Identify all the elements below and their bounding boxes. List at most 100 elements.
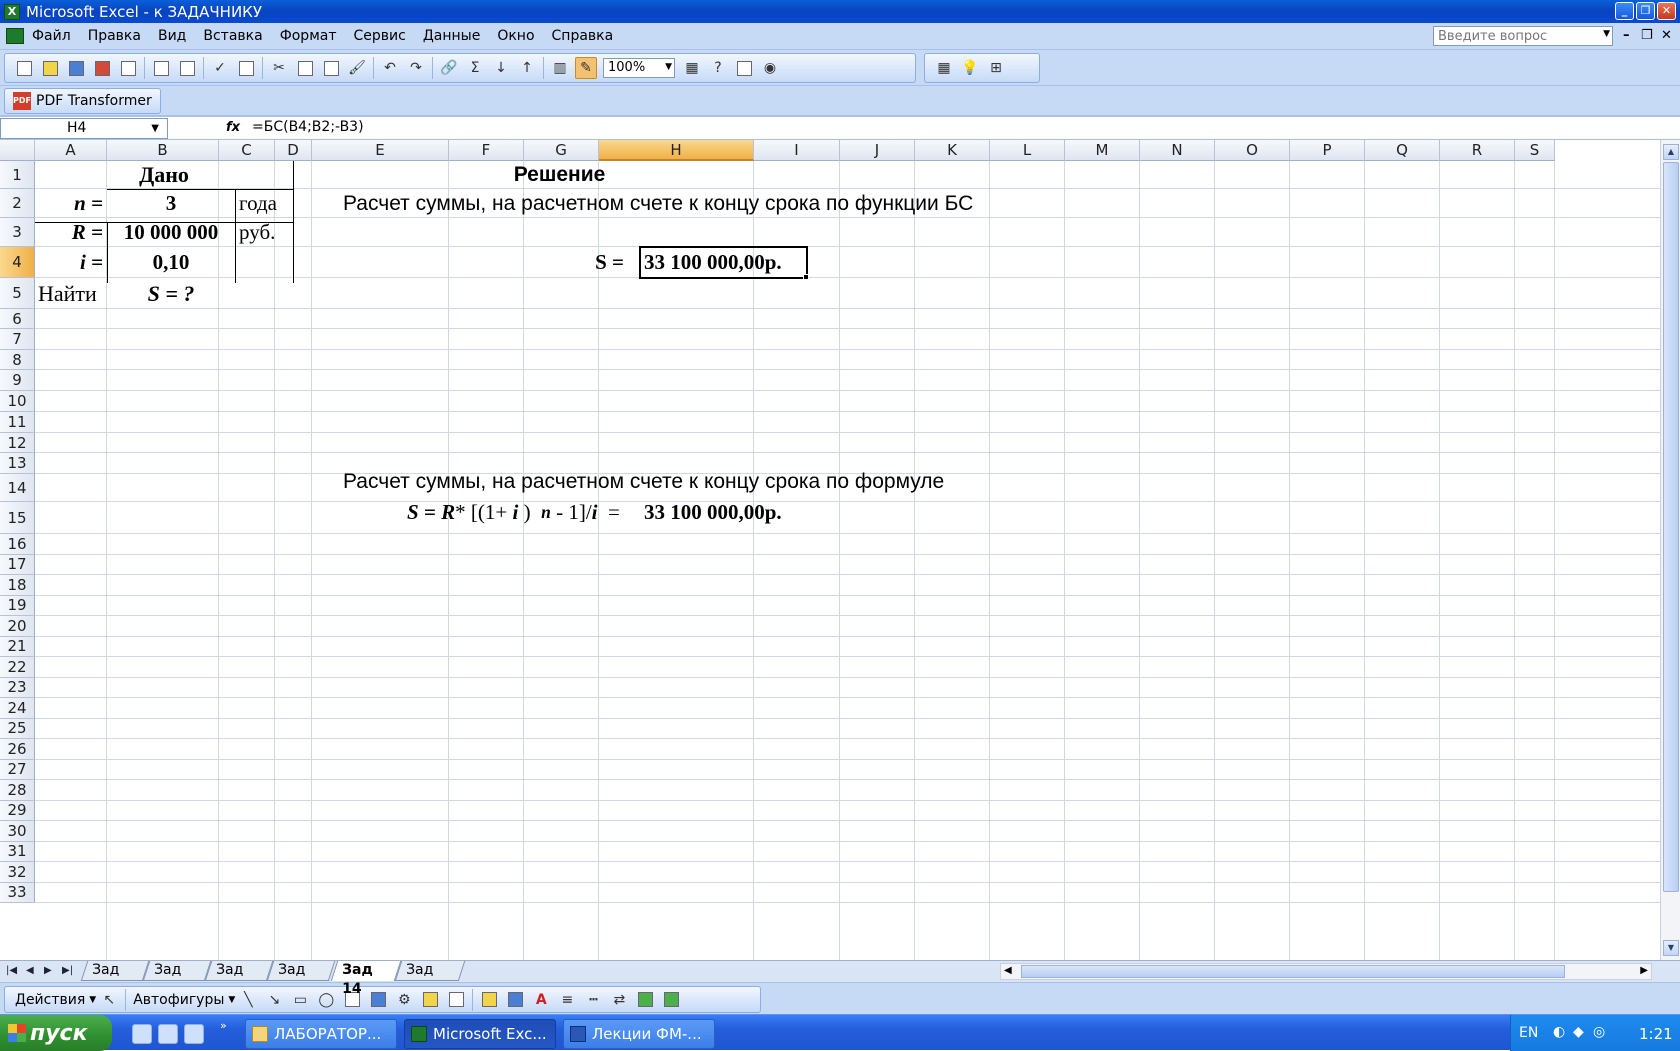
cell-najti[interactable]: Найти — [35, 278, 107, 309]
cell-r-label[interactable]: R = — [35, 218, 107, 247]
3d-icon[interactable] — [660, 989, 682, 1011]
next-sheet-icon[interactable]: ▶ — [44, 965, 52, 976]
column-header[interactable]: F — [449, 140, 524, 161]
tab-zad16[interactable]: Зад 16 — [142, 961, 212, 997]
chevron-down-icon[interactable]: ▼ — [151, 123, 159, 134]
doc-minimize-button[interactable]: – — [1623, 28, 1630, 43]
oval-icon[interactable]: ◯ — [315, 989, 337, 1011]
sort-desc-icon[interactable]: ↑ — [516, 57, 538, 79]
spreadsheet-grid[interactable]: ABCDEFGHIJKLMNOPQRS 1 2 3 4 5 6 7 8 9 10 11 12 13 14 1… — [0, 140, 1680, 960]
quicklaunch-outlook-icon[interactable] — [132, 1024, 152, 1044]
tab-zad12[interactable]: Зад 12 — [80, 961, 150, 997]
chevron-down-icon[interactable]: ▼ — [228, 995, 235, 1005]
first-sheet-icon[interactable]: |◀ — [6, 965, 17, 976]
menu-tools[interactable]: Сервис — [354, 28, 406, 44]
column-header[interactable]: B — [107, 140, 219, 161]
minimize-button[interactable]: _ — [1615, 2, 1634, 20]
fill-color-icon[interactable] — [478, 989, 500, 1011]
shadow-icon[interactable] — [634, 989, 656, 1011]
name-box[interactable]: H4 ▼ — [0, 118, 168, 139]
row-header[interactable]: 29 — [0, 800, 35, 821]
grid-icon[interactable]: ▦ — [933, 57, 955, 79]
line-style-icon[interactable]: ≡ — [556, 989, 578, 1011]
cell-r-unit[interactable]: руб. — [239, 218, 293, 247]
row-header[interactable]: 12 — [0, 433, 35, 453]
xml-icon[interactable] — [733, 57, 755, 79]
open-icon[interactable] — [39, 57, 61, 79]
rectangle-icon[interactable]: ▭ — [289, 989, 311, 1011]
column-header[interactable]: P — [1290, 140, 1365, 161]
language-indicator[interactable]: EN — [1519, 1025, 1538, 1041]
taskbar-folder-button[interactable]: ЛАБОРАТОР... — [245, 1019, 397, 1049]
formula-input[interactable]: =БС(B4;B2;-B3) — [252, 119, 364, 135]
horizontal-scroll-thumb[interactable] — [1021, 965, 1565, 978]
menu-window[interactable]: Окно — [497, 28, 534, 44]
email-icon[interactable] — [117, 57, 139, 79]
help-icon[interactable]: ? — [707, 57, 729, 79]
copy-icon[interactable] — [294, 57, 316, 79]
row-header[interactable]: 25 — [0, 718, 35, 739]
drawing-icon[interactable]: ✎ — [575, 57, 597, 79]
column-header[interactable]: R — [1440, 140, 1515, 161]
row-header[interactable]: 21 — [0, 636, 35, 657]
line-color-icon[interactable] — [504, 989, 526, 1011]
cell-r-value[interactable]: 10 000 000 — [107, 218, 235, 247]
menu-data[interactable]: Данные — [423, 28, 481, 44]
print-icon[interactable] — [150, 57, 172, 79]
undo-icon[interactable]: ↶ — [379, 57, 401, 79]
quicklaunch-ie-icon[interactable] — [158, 1024, 178, 1044]
taskbar-excel-button[interactable]: Microsoft Exc... — [404, 1019, 556, 1049]
row-header[interactable]: 16 — [0, 534, 35, 555]
cell-n-unit[interactable]: года — [239, 189, 293, 218]
cell-dano[interactable]: Дано — [35, 161, 293, 189]
new-icon[interactable] — [13, 57, 35, 79]
row-header[interactable]: 26 — [0, 739, 35, 760]
scroll-down-icon[interactable]: ▼ — [1663, 940, 1679, 956]
hyperlink-icon[interactable]: 🔗 — [438, 57, 460, 79]
permission-icon[interactable] — [91, 57, 113, 79]
cell-h15[interactable]: 33 100 000,00р. — [642, 496, 812, 528]
row-header[interactable]: 11 — [0, 412, 35, 433]
row-header[interactable]: 23 — [0, 677, 35, 698]
antivirus-icon[interactable]: ◎ — [1593, 1024, 1605, 1040]
prev-sheet-icon[interactable]: ◀ — [26, 965, 34, 976]
row-header[interactable]: 33 — [0, 882, 35, 903]
sort-asc-icon[interactable]: ↓ — [490, 57, 512, 79]
ask-question-input[interactable]: Введите вопрос ▼ — [1433, 26, 1613, 46]
redo-icon[interactable]: ↷ — [405, 57, 427, 79]
column-header[interactable]: C — [219, 140, 275, 161]
menu-file[interactable]: Файл — [32, 28, 71, 44]
doc-restore-button[interactable]: ❐ — [1641, 28, 1653, 43]
row-header[interactable]: 28 — [0, 780, 35, 801]
row-header[interactable]: 7 — [0, 329, 35, 350]
row-header[interactable]: 6 — [0, 309, 35, 329]
cell-reshenie[interactable]: Решение — [480, 161, 639, 189]
paste-icon[interactable] — [320, 57, 342, 79]
row-header[interactable]: 3 — [0, 218, 35, 247]
close-button[interactable]: ✕ — [1657, 2, 1676, 20]
actions-menu[interactable]: Действия — [15, 992, 85, 1008]
cell-n-value[interactable]: 3 — [107, 189, 235, 218]
start-button[interactable]: пуск — [0, 1015, 112, 1051]
menu-insert[interactable]: Вставка — [203, 28, 262, 44]
row-header[interactable]: 14 — [0, 474, 35, 502]
menu-help[interactable]: Справка — [552, 28, 614, 44]
row-header[interactable]: 20 — [0, 616, 35, 637]
menu-format[interactable]: Формат — [280, 28, 337, 44]
cut-icon[interactable]: ✂ — [268, 57, 290, 79]
print-preview-icon[interactable] — [176, 57, 198, 79]
row-header[interactable]: 1 — [0, 161, 35, 189]
chart-wizard-icon[interactable]: ▥ — [549, 57, 571, 79]
column-header[interactable]: K — [915, 140, 990, 161]
row-header[interactable]: 10 — [0, 391, 35, 412]
row-header[interactable]: 8 — [0, 350, 35, 370]
cell-s-eq[interactable]: S = — [555, 247, 639, 278]
volume-icon[interactable]: ◆ — [1573, 1024, 1584, 1040]
autosum-icon[interactable]: Σ — [464, 57, 486, 79]
cell-formula-text[interactable]: S = R * [(1+ i ) n - 1]/i = — [407, 496, 642, 528]
column-header[interactable]: S — [1515, 140, 1555, 161]
pdf-transformer-button[interactable]: PDF PDF Transformer — [4, 88, 161, 114]
row-header[interactable]: 27 — [0, 759, 35, 780]
scroll-right-icon[interactable]: ▶ — [1640, 965, 1648, 976]
chevron-down-icon[interactable]: ▼ — [665, 62, 672, 72]
